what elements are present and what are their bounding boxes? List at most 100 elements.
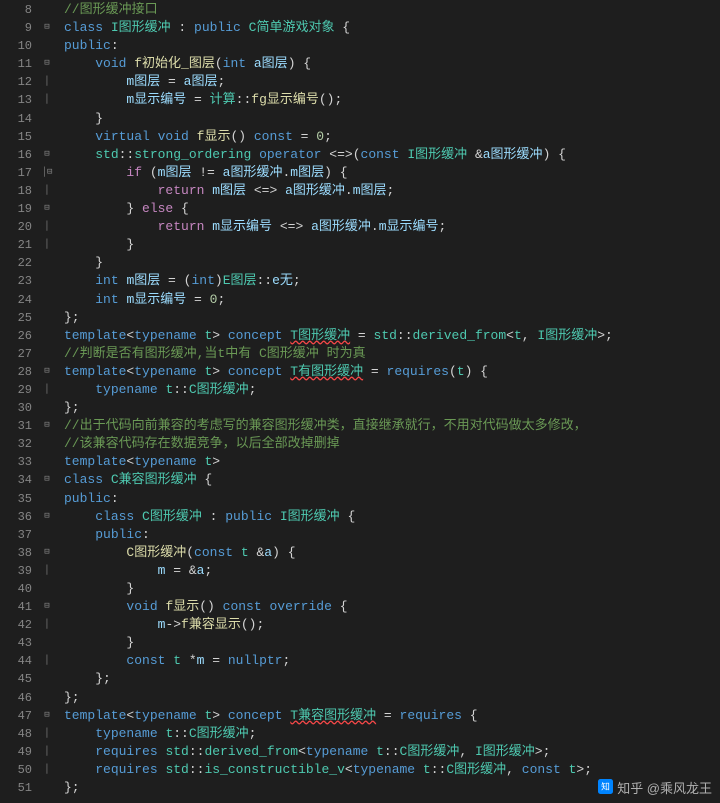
code-line[interactable]: } <box>64 634 720 652</box>
line-number: 15 <box>0 128 32 146</box>
code-line[interactable]: if (m图层 != a图形缓冲.m图层) { <box>64 164 720 182</box>
fold-marker[interactable] <box>40 308 54 326</box>
code-line[interactable]: }; <box>64 689 720 707</box>
code-token: () <box>230 129 253 144</box>
fold-marker[interactable] <box>40 669 54 687</box>
fold-marker[interactable] <box>40 109 54 127</box>
code-line[interactable]: template<typename t> concept T兼容图形缓冲 = r… <box>64 707 720 725</box>
code-line[interactable]: typename t::C图形缓冲; <box>64 381 720 399</box>
fold-marker[interactable] <box>40 688 54 706</box>
code-token <box>251 147 259 162</box>
fold-marker[interactable]: │ <box>40 235 54 253</box>
fold-marker[interactable] <box>40 398 54 416</box>
fold-marker[interactable]: ⊟ <box>40 362 54 380</box>
code-token: strong_ordering <box>134 147 251 162</box>
fold-marker[interactable]: │ <box>40 561 54 579</box>
fold-marker[interactable]: │ <box>40 380 54 398</box>
code-area[interactable]: //图形缓冲接口class I图形缓冲 : public C简单游戏对象 {pu… <box>54 0 720 803</box>
fold-marker[interactable]: ⊟ <box>40 543 54 561</box>
fold-marker[interactable]: │ <box>40 181 54 199</box>
code-line[interactable]: const t *m = nullptr; <box>64 652 720 670</box>
code-line[interactable]: requires std::derived_from<typename t::C… <box>64 743 720 761</box>
fold-column[interactable]: ⊟⊟││⊟│⊟│⊟││⊟│⊟⊟⊟⊟│⊟││⊟│││ <box>40 0 54 803</box>
code-line[interactable]: return m显示编号 <=> a图形缓冲.m显示编号; <box>64 218 720 236</box>
code-line[interactable]: requires std::is_constructible_v<typenam… <box>64 761 720 779</box>
code-line[interactable]: m显示编号 = 计算::fg显示编号(); <box>64 91 720 109</box>
fold-marker[interactable] <box>40 127 54 145</box>
code-token: std <box>374 328 397 343</box>
line-number: 48 <box>0 725 32 743</box>
fold-marker[interactable] <box>40 489 54 507</box>
fold-marker[interactable] <box>40 452 54 470</box>
code-line[interactable]: template<typename t> <box>64 453 720 471</box>
code-line[interactable]: public: <box>64 490 720 508</box>
code-token: I图形缓冲 <box>111 20 171 35</box>
code-line[interactable]: } <box>64 236 720 254</box>
code-line[interactable]: }; <box>64 309 720 327</box>
code-line[interactable]: //图形缓冲接口 <box>64 1 720 19</box>
code-token: <=> <box>272 219 311 234</box>
code-line[interactable]: }; <box>64 399 720 417</box>
fold-marker[interactable] <box>40 36 54 54</box>
fold-marker[interactable] <box>40 271 54 289</box>
code-line[interactable]: public: <box>64 526 720 544</box>
code-line[interactable]: typename t::C图形缓冲; <box>64 725 720 743</box>
fold-marker[interactable] <box>40 344 54 362</box>
code-line[interactable]: //该兼容代码存在数据竞争，以后全部改掉删掉 <box>64 435 720 453</box>
fold-marker[interactable]: ⊟ <box>40 199 54 217</box>
code-line[interactable]: } <box>64 254 720 272</box>
fold-marker[interactable]: │⊟ <box>40 163 54 181</box>
line-number: 28 <box>0 363 32 381</box>
fold-marker[interactable]: ⊟ <box>40 54 54 72</box>
code-line[interactable]: return m图层 <=> a图形缓冲.m图层; <box>64 182 720 200</box>
code-line[interactable]: m->f兼容显示(); <box>64 616 720 634</box>
fold-marker[interactable]: │ <box>40 615 54 633</box>
line-number: 20 <box>0 218 32 236</box>
code-line[interactable]: class I图形缓冲 : public C简单游戏对象 { <box>64 19 720 37</box>
fold-marker[interactable]: ⊟ <box>40 507 54 525</box>
fold-marker[interactable] <box>40 434 54 452</box>
code-line[interactable]: }; <box>64 670 720 688</box>
code-line[interactable]: int m图层 = (int)E图层::e无; <box>64 272 720 290</box>
fold-marker[interactable]: ⊟ <box>40 416 54 434</box>
fold-marker[interactable] <box>40 525 54 543</box>
code-line[interactable]: template<typename t> concept T有图形缓冲 = re… <box>64 363 720 381</box>
code-line[interactable]: } <box>64 110 720 128</box>
fold-marker[interactable] <box>40 326 54 344</box>
fold-marker[interactable] <box>40 253 54 271</box>
fold-marker[interactable] <box>40 0 54 18</box>
code-line[interactable]: class C兼容图形缓冲 { <box>64 471 720 489</box>
fold-marker[interactable]: ⊟ <box>40 145 54 163</box>
fold-marker[interactable]: │ <box>40 651 54 669</box>
code-line[interactable]: public: <box>64 37 720 55</box>
fold-marker[interactable]: ⊟ <box>40 597 54 615</box>
code-line[interactable]: void f初始化_图层(int a图层) { <box>64 55 720 73</box>
code-line[interactable]: C图形缓冲(const t &a) { <box>64 544 720 562</box>
code-line[interactable]: } <box>64 580 720 598</box>
code-line[interactable]: std::strong_ordering operator <=>(const … <box>64 146 720 164</box>
fold-marker[interactable]: │ <box>40 724 54 742</box>
code-line[interactable]: template<typename t> concept T图形缓冲 = std… <box>64 327 720 345</box>
fold-marker[interactable]: ⊟ <box>40 470 54 488</box>
fold-marker[interactable]: │ <box>40 760 54 778</box>
code-line[interactable]: m = &a; <box>64 562 720 580</box>
code-line[interactable]: //判断是否有图形缓冲,当t中有 C图形缓冲 时为真 <box>64 345 720 363</box>
code-line[interactable]: int m显示编号 = 0; <box>64 291 720 309</box>
fold-marker[interactable] <box>40 579 54 597</box>
code-line[interactable]: class C图形缓冲 : public I图形缓冲 { <box>64 508 720 526</box>
code-line[interactable]: void f显示() const override { <box>64 598 720 616</box>
code-line[interactable]: } else { <box>64 200 720 218</box>
fold-marker[interactable] <box>40 290 54 308</box>
fold-marker[interactable]: │ <box>40 742 54 760</box>
fold-marker[interactable]: │ <box>40 72 54 90</box>
code-token: m图层 <box>212 183 246 198</box>
fold-marker[interactable]: │ <box>40 90 54 108</box>
fold-marker[interactable]: ⊟ <box>40 706 54 724</box>
code-line[interactable]: virtual void f显示() const = 0; <box>64 128 720 146</box>
fold-marker[interactable] <box>40 633 54 651</box>
fold-marker[interactable] <box>40 778 54 796</box>
fold-marker[interactable]: ⊟ <box>40 18 54 36</box>
code-line[interactable]: m图层 = a图层; <box>64 73 720 91</box>
fold-marker[interactable]: │ <box>40 217 54 235</box>
code-line[interactable]: //出于代码向前兼容的考虑写的兼容图形缓冲类，直接继承就行，不用对代码做太多修改… <box>64 417 720 435</box>
